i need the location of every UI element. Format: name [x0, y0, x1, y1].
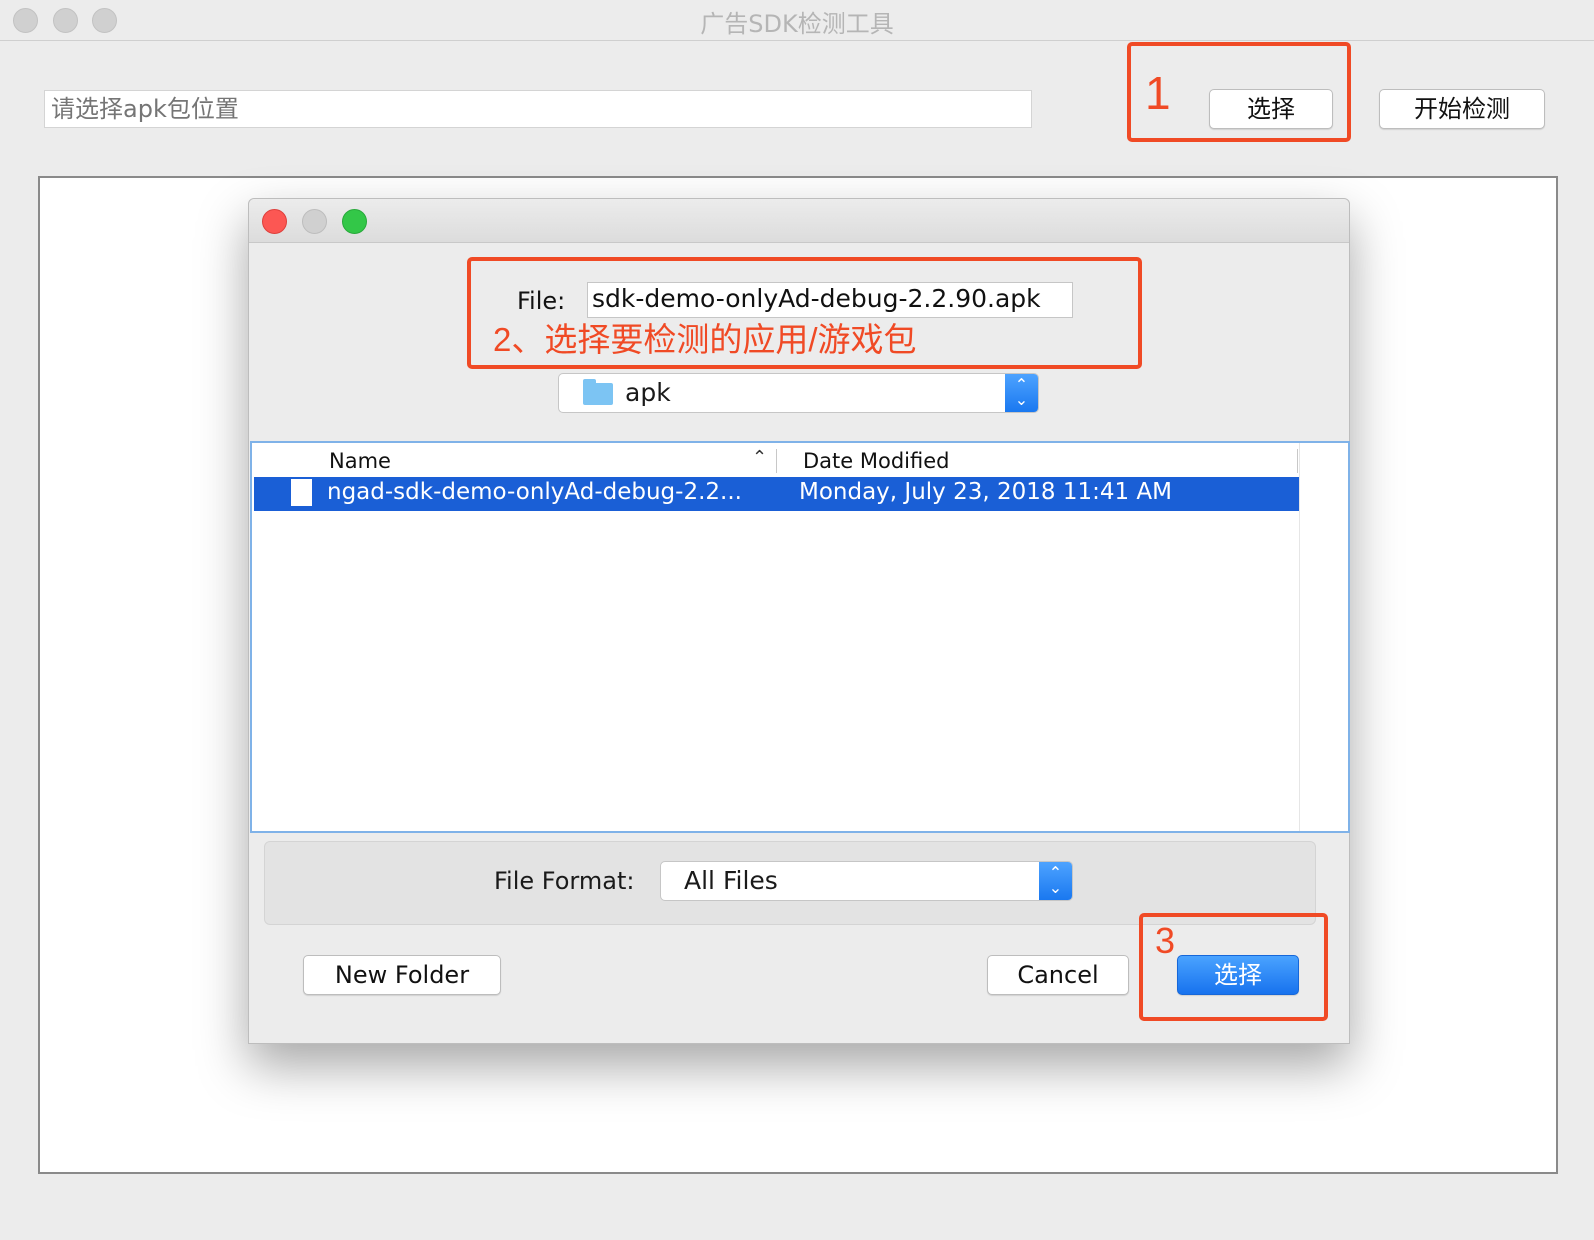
annotation-step1-label: 1 — [1145, 67, 1171, 119]
column-header-name[interactable]: Name — [329, 449, 391, 473]
dialog-zoom-button[interactable] — [342, 209, 367, 234]
annotation-step3-label: 3 — [1155, 920, 1176, 961]
start-detection-button[interactable]: 开始检测 — [1379, 89, 1545, 129]
folder-dropdown[interactable]: apk ⌃ ⌄ — [558, 373, 1039, 413]
dialog-minimize-button — [302, 209, 327, 234]
folder-dropdown-chevron-icon[interactable]: ⌃ ⌄ — [1005, 374, 1038, 412]
file-row-date: Monday, July 23, 2018 11:41 AM — [799, 479, 1172, 505]
sort-ascending-icon[interactable]: ⌃ — [752, 447, 767, 468]
dialog-titlebar — [249, 199, 1349, 243]
new-folder-button[interactable]: New Folder — [303, 955, 501, 995]
annotation-step2-label: 2、选择要检测的应用/游戏包 — [493, 321, 917, 358]
file-format-label: File Format: — [494, 867, 635, 895]
window-title: 广告SDK检测工具 — [700, 10, 894, 38]
file-format-value: All Files — [684, 866, 778, 895]
main-titlebar: 广告SDK检测工具 — [0, 0, 1594, 41]
scrollbar-track[interactable] — [1299, 443, 1300, 831]
folder-icon — [583, 379, 613, 405]
dialog-close-button[interactable] — [262, 209, 287, 234]
column-divider[interactable] — [776, 449, 777, 473]
file-format-dropdown[interactable]: All Files ⌃ ⌄ — [660, 861, 1073, 901]
file-row-name: ngad-sdk-demo-onlyAd-debug-2.2... — [327, 479, 742, 505]
folder-name: apk — [625, 378, 671, 407]
cancel-button[interactable]: Cancel — [987, 955, 1129, 995]
column-divider — [1297, 449, 1298, 473]
column-header-date-modified[interactable]: Date Modified — [803, 449, 949, 473]
file-list: Name ⌃ Date Modified ngad-sdk-demo-onlyA… — [250, 441, 1350, 833]
format-dropdown-chevron-icon[interactable]: ⌃ ⌄ — [1039, 862, 1072, 900]
document-icon — [291, 479, 312, 506]
file-row-selected[interactable]: ngad-sdk-demo-onlyAd-debug-2.2... Monday… — [254, 477, 1299, 511]
apk-path-input[interactable] — [44, 90, 1032, 128]
